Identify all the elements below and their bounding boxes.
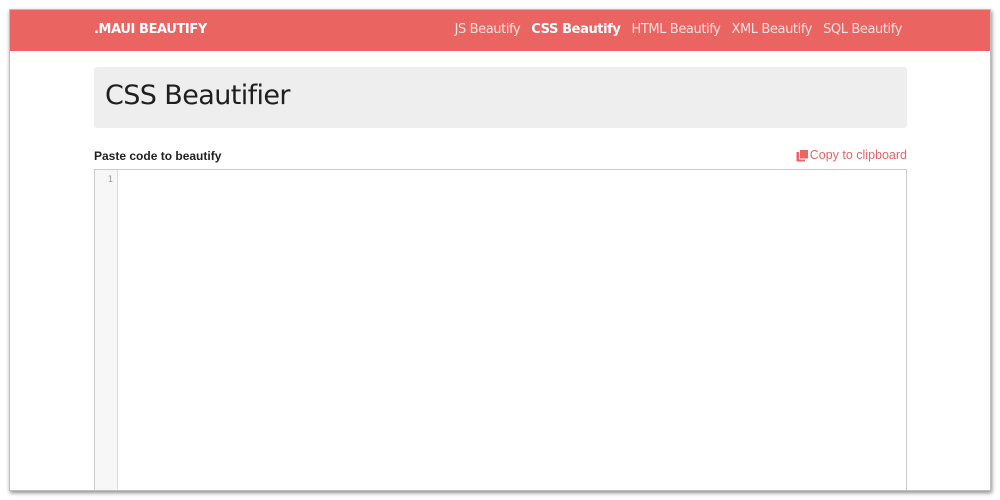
nav-link-sql-beautify[interactable]: SQL Beautify [823,22,902,37]
nav-link-js-beautify[interactable]: JS Beautify [455,22,521,37]
browser-frame: .MAUI BEAUTIFY JS Beautify CSS Beautify … [9,9,991,491]
copy-to-clipboard-button[interactable]: Copy to clipboard [796,148,907,162]
nav-link-html-beautify[interactable]: HTML Beautify [632,22,721,37]
paste-code-label: Paste code to beautify [94,149,222,163]
nav-link-css-beautify[interactable]: CSS Beautify [531,22,621,37]
code-editor: 1 [94,169,907,490]
code-input[interactable] [118,170,906,490]
line-number: 1 [107,175,113,185]
page-title: CSS Beautifier [105,80,291,111]
copy-to-clipboard-label: Copy to clipboard [809,148,907,162]
top-navbar: .MAUI BEAUTIFY JS Beautify CSS Beautify … [10,10,990,51]
copy-icon [796,148,809,161]
editor-label-row: Paste code to beautify Copy to clipboard [94,148,907,166]
page-header: CSS Beautifier [94,67,907,128]
line-number-gutter: 1 [95,170,118,490]
nav-links: JS Beautify CSS Beautify HTML Beautify X… [444,22,903,37]
brand-logo-link[interactable]: .MAUI BEAUTIFY [94,22,207,37]
nav-link-xml-beautify[interactable]: XML Beautify [731,22,812,37]
